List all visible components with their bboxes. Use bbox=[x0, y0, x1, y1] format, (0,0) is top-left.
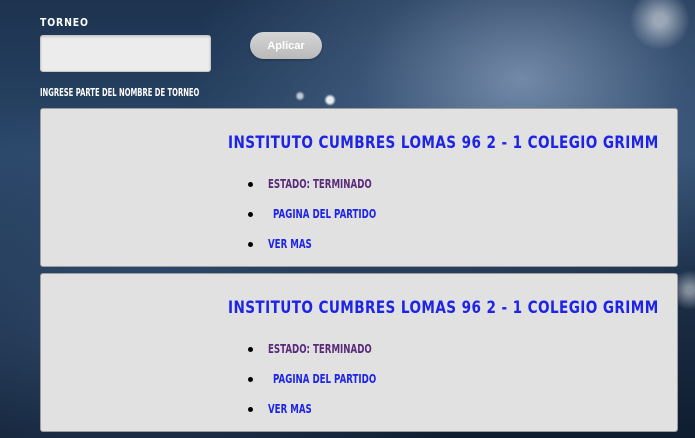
see-more-link[interactable]: VER MAS bbox=[248, 235, 416, 265]
search-hint: INGRESE PARTE DEL NOMBRE DE TORNEO bbox=[40, 86, 200, 99]
match-title: INSTITUTO CUMBRES LOMAS 96 2 - 1 COLEGIO… bbox=[228, 133, 659, 153]
match-title: INSTITUTO CUMBRES LOMAS 96 2 - 1 COLEGIO… bbox=[228, 298, 659, 318]
see-more-link[interactable]: VER MAS bbox=[248, 400, 416, 430]
match-page-link[interactable]: PAGINA DEL PARTIDO bbox=[248, 370, 416, 400]
match-status: ESTADO: TERMINADO bbox=[248, 175, 416, 205]
match-page-link[interactable]: PAGINA DEL PARTIDO bbox=[248, 205, 416, 235]
match-details-list: ESTADO: TERMINADO PAGINA DEL PARTIDO VER… bbox=[248, 175, 416, 265]
apply-button[interactable]: Aplicar bbox=[250, 32, 322, 59]
match-card: INSTITUTO CUMBRES LOMAS 96 2 - 1 COLEGIO… bbox=[40, 273, 678, 432]
tournament-search-input[interactable] bbox=[40, 35, 211, 72]
match-details-list: ESTADO: TERMINADO PAGINA DEL PARTIDO VER… bbox=[248, 340, 416, 430]
tournament-label: TORNEO bbox=[40, 16, 89, 29]
match-status: ESTADO: TERMINADO bbox=[248, 340, 416, 370]
match-card: INSTITUTO CUMBRES LOMAS 96 2 - 1 COLEGIO… bbox=[40, 108, 678, 267]
